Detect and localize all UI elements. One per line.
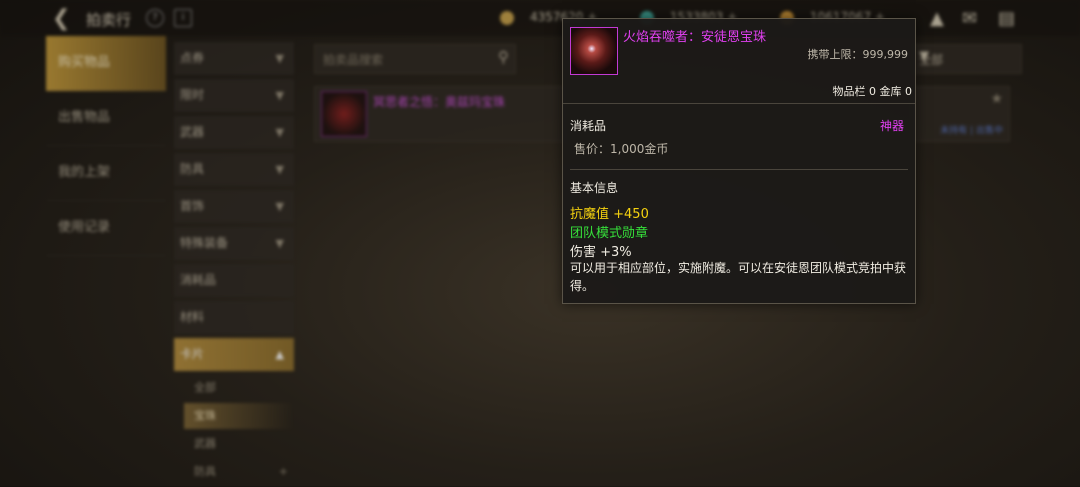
chevron-down-icon: ▼ xyxy=(919,49,929,64)
page-title: 拍卖行 xyxy=(86,11,132,29)
category-label: 卡片 xyxy=(180,347,205,361)
category-label: 点券 xyxy=(180,51,205,65)
category-item[interactable]: 首饰 ▼ xyxy=(174,190,294,223)
item-description: 可以用于相应部位，实施附魔。可以在安徒恩团队模式竞拍中获得。 xyxy=(570,261,907,293)
search-icon[interactable]: ⚲ xyxy=(498,48,509,66)
chevron-down-icon: ▼ xyxy=(275,163,284,176)
item-price: 售价：1,000金币 xyxy=(574,142,669,156)
subcategory-label: 防具 xyxy=(194,465,216,478)
inventory-count: 物品栏 0 金库 0 xyxy=(832,85,913,98)
chevron-down-icon: ▼ xyxy=(275,200,284,213)
category-label: 武器 xyxy=(180,125,205,139)
plus-icon: + xyxy=(278,465,288,478)
nav-history[interactable]: 使用记录 xyxy=(46,201,166,256)
chevron-down-icon: ▼ xyxy=(275,237,284,250)
star-icon[interactable]: ★ xyxy=(990,91,1003,107)
category-item[interactable]: 点券 ▼ xyxy=(174,42,294,75)
mail-icon[interactable]: ✉ xyxy=(962,8,977,29)
category-label: 防具 xyxy=(180,162,205,176)
category-item[interactable]: 材料 xyxy=(174,301,294,334)
item-thumbnail xyxy=(321,91,367,137)
stat-raid-medal: 团队模式勋章 xyxy=(570,226,649,241)
category-item[interactable]: 武器 ▼ xyxy=(174,116,294,149)
category-item[interactable]: 防具 ▼ xyxy=(174,153,294,186)
nav-sell[interactable]: 出售物品 xyxy=(46,91,166,146)
category-label: 消耗品 xyxy=(180,273,217,287)
category-item[interactable]: 特殊装备 ▼ xyxy=(174,227,294,260)
category-label: 材料 xyxy=(180,310,205,324)
category-item[interactable]: 限时 ▼ xyxy=(174,79,294,112)
back-arrow-icon[interactable]: ❮ xyxy=(52,6,70,31)
category-label: 限时 xyxy=(180,88,205,102)
tooltip-header: 火焰吞噬者：安徒恩宝珠 携带上限：999,999 物品栏 0 金库 0 xyxy=(563,19,915,104)
item-grade: 神器 xyxy=(879,119,904,133)
help-icon[interactable]: ? xyxy=(146,9,164,27)
subcategory-item[interactable]: 武器 xyxy=(184,431,294,457)
chat-icon[interactable]: ▤ xyxy=(998,8,1015,29)
category-list: 点券 ▼ 限时 ▼ 武器 ▼ 防具 ▼ 首饰 ▼ 特殊装备 ▼ 消耗品 材料 卡片 ▲ 全部 … xyxy=(174,42,294,487)
stat-magic-resist: 抗魔值 +450 xyxy=(570,207,649,222)
chevron-down-icon: ▼ xyxy=(275,126,284,139)
bag-icon[interactable]: ▲ xyxy=(930,8,944,29)
top-bar: ❮ 拍卖行 ? i 4357620 + 1533803 + 10617067 +… xyxy=(0,0,1080,36)
subcategory-item[interactable]: 防具 + xyxy=(184,459,294,485)
background-ui: ❮ 拍卖行 ? i 4357620 + 1533803 + 10617067 +… xyxy=(0,0,1080,486)
item-tooltip: 火焰吞噬者：安徒恩宝珠 携带上限：999,999 物品栏 0 金库 0 消耗品 … xyxy=(562,18,916,304)
category-label: 首饰 xyxy=(180,199,205,213)
list-item-right[interactable]: ★ 未持有 | 出售中 xyxy=(912,86,1010,142)
gold-coin-icon xyxy=(500,10,514,25)
info-icon[interactable]: i xyxy=(174,9,192,27)
item-icon xyxy=(570,27,618,75)
category-item[interactable]: 消耗品 xyxy=(174,264,294,297)
search-input[interactable]: 拍卖品搜索 xyxy=(323,51,383,68)
item-name: 火焰吞噬者：安徒恩宝珠 xyxy=(623,30,767,45)
search-box[interactable]: 拍卖品搜索 ⚲ xyxy=(314,44,516,74)
chevron-up-icon: ▲ xyxy=(275,348,284,361)
chevron-down-icon: ▼ xyxy=(275,52,284,65)
nav-buy[interactable]: 购买物品 xyxy=(46,36,166,91)
subcategory-item-active[interactable]: 宝珠 xyxy=(184,403,294,429)
list-item[interactable]: 冥思者之悟：奥兹玛宝珠 xyxy=(314,86,566,142)
item-type: 消耗品 xyxy=(570,119,607,133)
category-label: 特殊装备 xyxy=(180,236,229,250)
subcategory-item[interactable]: 全部 xyxy=(184,375,294,401)
section-title: 基本信息 xyxy=(570,181,619,195)
chevron-down-icon: ▼ xyxy=(275,89,284,102)
carry-limit: 携带上限：999,999 xyxy=(807,48,909,61)
item-name: 冥思者之悟：奥兹玛宝珠 xyxy=(373,95,506,109)
nav-my-listings[interactable]: 我的上架 xyxy=(46,146,166,201)
item-status: 未持有 | 出售中 xyxy=(940,126,1003,136)
divider xyxy=(570,169,908,170)
stat-damage: 伤害 +3% xyxy=(570,245,632,260)
category-item-open[interactable]: 卡片 ▲ xyxy=(174,338,294,371)
left-nav: 购买物品 出售物品 我的上架 使用记录 xyxy=(46,36,166,486)
filter-dropdown[interactable]: 全部 ▼ xyxy=(912,44,1022,74)
